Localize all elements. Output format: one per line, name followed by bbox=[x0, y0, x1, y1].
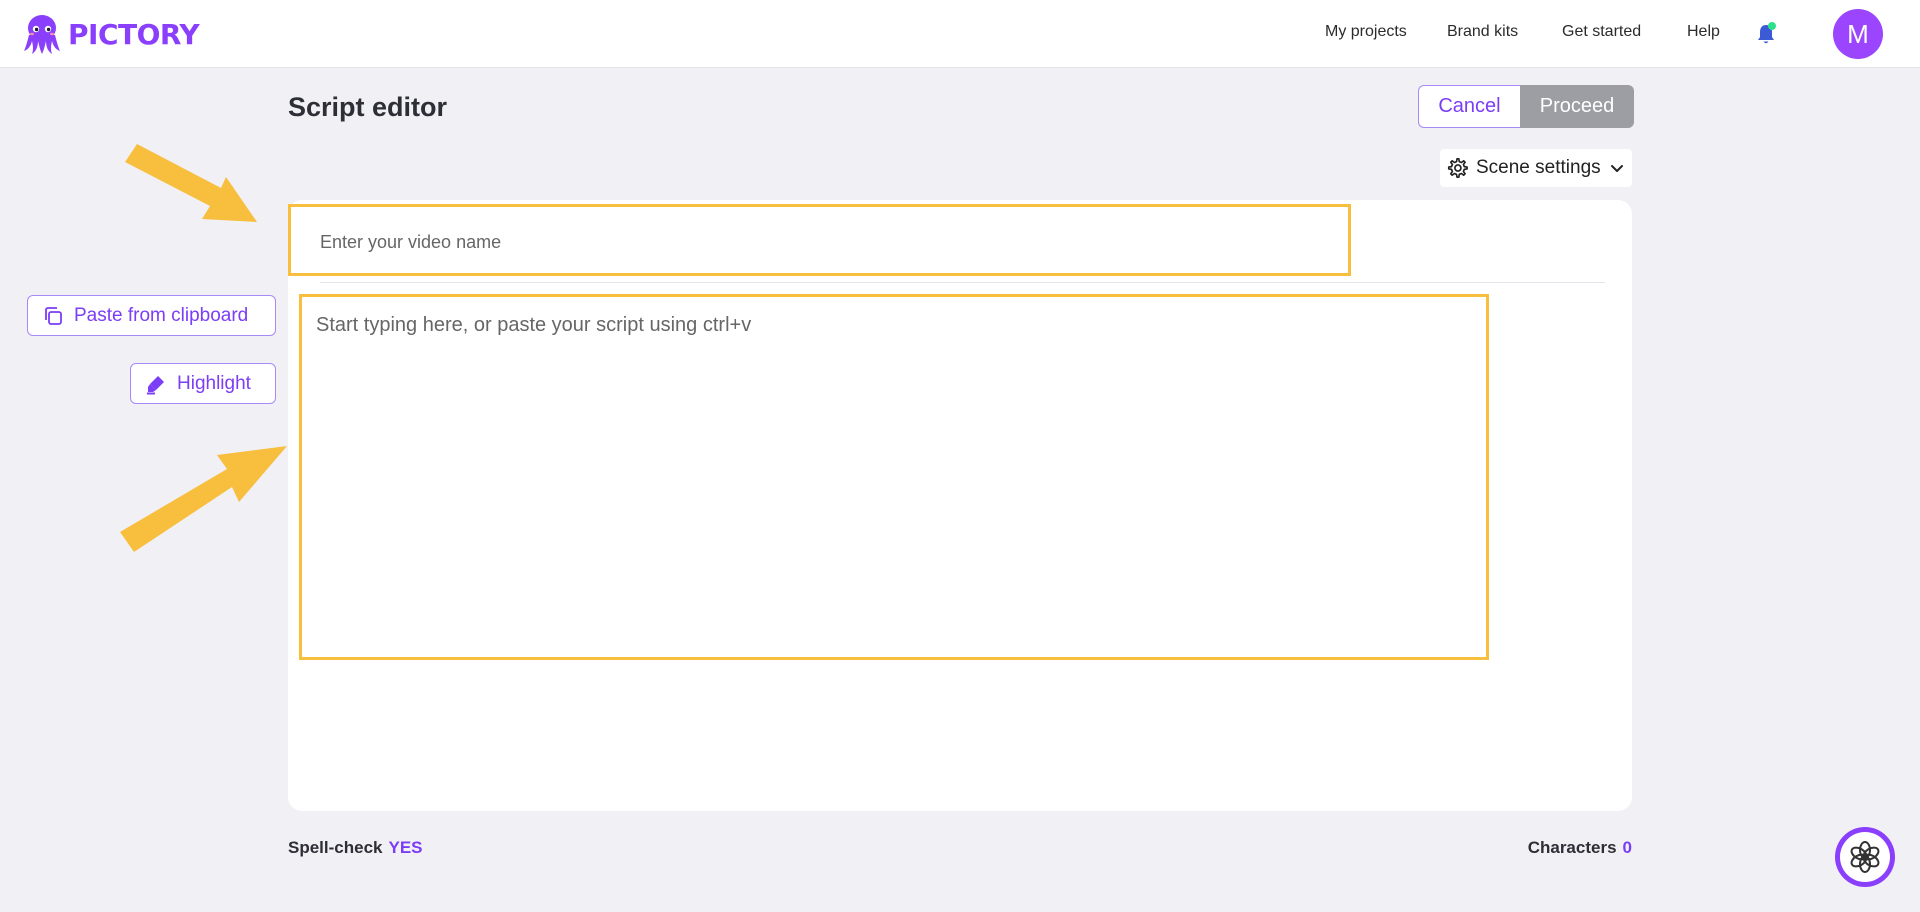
nav-help[interactable]: Help bbox=[1687, 23, 1720, 41]
highlight-label: Highlight bbox=[177, 372, 251, 394]
spellcheck-status[interactable]: Spell-check YES bbox=[288, 838, 423, 858]
characters-label: Characters bbox=[1527, 838, 1617, 857]
script-textarea[interactable] bbox=[316, 314, 1466, 644]
notification-bell-icon[interactable] bbox=[1754, 22, 1778, 46]
spellcheck-value[interactable]: YES bbox=[389, 838, 423, 857]
spellcheck-label: Spell-check bbox=[288, 838, 383, 857]
paste-from-clipboard-button[interactable]: Paste from clipboard bbox=[27, 295, 276, 336]
chevron-down-icon bbox=[1610, 165, 1623, 172]
scene-settings-label: Scene settings bbox=[1476, 157, 1601, 178]
nav-my-projects[interactable]: My projects bbox=[1325, 23, 1407, 41]
octopus-logo-icon bbox=[24, 15, 60, 54]
top-navigation-bar: PICTORY My projects Brand kits Get start… bbox=[0, 0, 1920, 68]
divider bbox=[320, 282, 1605, 283]
video-name-input[interactable] bbox=[320, 232, 1020, 253]
proceed-button[interactable]: Proceed bbox=[1520, 85, 1634, 128]
nav-get-started[interactable]: Get started bbox=[1562, 23, 1641, 41]
highlighter-pen-icon bbox=[147, 375, 164, 394]
user-avatar[interactable]: M bbox=[1833, 9, 1883, 59]
action-button-group: Cancel Proceed bbox=[1418, 85, 1634, 128]
ai-assistant-icon bbox=[1850, 841, 1880, 873]
gear-icon bbox=[1447, 158, 1468, 178]
scene-settings-dropdown[interactable]: Scene settings bbox=[1440, 149, 1632, 187]
page-title: Script editor bbox=[288, 92, 448, 122]
ai-chat-launcher[interactable] bbox=[1835, 827, 1895, 887]
copy-icon bbox=[45, 306, 62, 325]
characters-value: 0 bbox=[1622, 838, 1632, 857]
paste-label: Paste from clipboard bbox=[74, 304, 249, 326]
pictory-logo[interactable]: PICTORY bbox=[22, 12, 200, 56]
highlight-button[interactable]: Highlight bbox=[130, 363, 276, 404]
nav-brand-kits[interactable]: Brand kits bbox=[1447, 23, 1518, 41]
cancel-button[interactable]: Cancel bbox=[1418, 85, 1520, 128]
brand-name: PICTORY bbox=[68, 17, 200, 51]
annotation-arrow-icon bbox=[120, 446, 287, 552]
character-count: Characters 0 bbox=[1528, 838, 1632, 858]
annotation-arrow-icon bbox=[125, 144, 257, 222]
